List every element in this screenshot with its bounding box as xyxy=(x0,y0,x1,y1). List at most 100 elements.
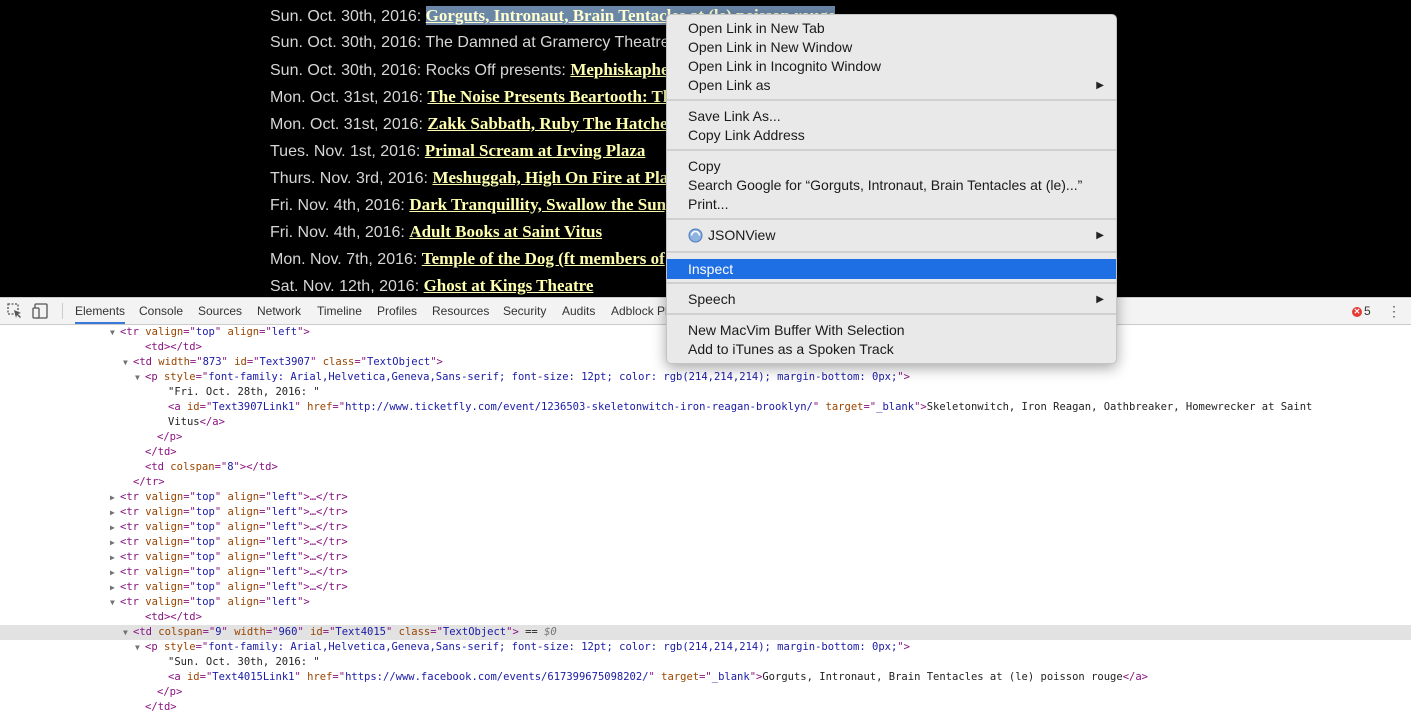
dom-node-row[interactable]: ▶ <tr valign="top" align="left">…</tr> xyxy=(0,550,1411,565)
event-link[interactable]: Adult Books at Saint Vitus xyxy=(409,222,602,241)
dom-node-row[interactable]: <a id="Text3907Link1" href="http://www.t… xyxy=(0,400,1411,415)
collapse-triangle-icon[interactable]: ▶ xyxy=(110,565,120,580)
dom-node-row[interactable]: ▼ <p style="font-family: Arial,Helvetica,… xyxy=(0,640,1411,655)
dom-node-row[interactable]: </p> xyxy=(0,685,1411,700)
menu-item-new-macvim-buffer-with-selection[interactable]: New MacVim Buffer With Selection xyxy=(667,321,1116,340)
dom-token: id xyxy=(186,401,200,413)
dom-token: <tr xyxy=(120,491,146,503)
dom-token: </p> xyxy=(157,686,183,698)
dom-node-selected[interactable]: ▼ <td colspan="9" width="960" id="Text401… xyxy=(0,625,1411,640)
dom-token: =" xyxy=(183,551,196,563)
tab-timeline[interactable]: Timeline xyxy=(317,298,362,324)
menu-item-label: New MacVim Buffer With Selection xyxy=(688,322,905,338)
tab-adblock-pl[interactable]: Adblock Pl xyxy=(611,298,668,324)
tab-audits[interactable]: Audits xyxy=(562,298,595,324)
menu-item-open-link-as[interactable]: Open Link as ▶ xyxy=(667,76,1116,95)
dom-token: align xyxy=(227,566,260,578)
collapse-triangle-icon[interactable]: ▶ xyxy=(110,535,120,550)
dom-token: colspan xyxy=(170,461,215,473)
dom-token: ">…</tr> xyxy=(297,536,348,548)
dom-token: <tr xyxy=(120,521,146,533)
menu-item-open-link-in-new-window[interactable]: Open Link in New Window xyxy=(667,38,1116,57)
tab-elements[interactable]: Elements xyxy=(75,298,126,324)
dom-token: <a xyxy=(168,671,187,683)
collapse-triangle-icon[interactable]: ▶ xyxy=(110,505,120,520)
menu-item-print[interactable]: Print... xyxy=(667,195,1116,214)
dom-token: =" xyxy=(332,671,346,683)
menu-item-inspect[interactable]: Inspect xyxy=(667,259,1116,279)
menu-item-label: Copy xyxy=(688,158,721,174)
event-link[interactable]: Primal Scream at Irving Plaza xyxy=(425,141,646,160)
dom-node-row[interactable]: <a id="Text4015Link1" href="https://www.… xyxy=(0,670,1411,685)
dom-token: =" xyxy=(259,491,272,503)
event-link[interactable]: The Noise Presents Beartooth: The xyxy=(427,87,679,106)
dom-token: 960 xyxy=(278,626,298,638)
dom-node-row[interactable]: ▶ <tr valign="top" align="left">…</tr> xyxy=(0,565,1411,580)
menu-item-jsonview[interactable]: JSONView ▶ xyxy=(667,226,1116,245)
event-row: Sun. Oct. 30th, 2016: The Damned at Gram… xyxy=(270,29,670,56)
menu-item-add-to-itunes-as-a-spoken-track[interactable]: Add to iTunes as a Spoken Track xyxy=(667,340,1116,359)
dom-node-row[interactable]: ▶ <tr valign="top" align="left">…</tr> xyxy=(0,535,1411,550)
error-icon: ✕ xyxy=(1352,306,1362,317)
dom-node-row[interactable]: "Sun. Oct. 30th, 2016: " xyxy=(0,655,1411,670)
dom-node-row[interactable]: ▶ <tr valign="top" align="left">…</tr> xyxy=(0,505,1411,520)
event-link[interactable]: Temple of the Dog (ft members of xyxy=(422,249,665,268)
dom-node-row[interactable]: <td></td> xyxy=(0,610,1411,625)
dom-node-row[interactable]: ▼ <tr valign="top" align="left"> xyxy=(0,595,1411,610)
dom-token: "> xyxy=(297,326,310,338)
dom-node-row[interactable]: ▶ <tr valign="top" align="left">…</tr> xyxy=(0,520,1411,535)
dom-node-row[interactable]: ▶ <tr valign="top" align="left">…</tr> xyxy=(0,490,1411,505)
dom-token: "> xyxy=(914,401,927,413)
event-link[interactable]: Ghost at Kings Theatre xyxy=(424,276,594,295)
dom-token: TextObject xyxy=(442,626,507,638)
dom-token: " xyxy=(221,356,235,368)
expand-triangle-icon[interactable]: ▼ xyxy=(135,370,145,385)
collapse-triangle-icon[interactable]: ▶ xyxy=(110,550,120,565)
dom-token: ">…</tr> xyxy=(297,551,348,563)
event-link[interactable]: Zakk Sabbath, Ruby The Hatchet, xyxy=(427,114,677,133)
device-mode-icon[interactable] xyxy=(32,302,50,320)
expand-triangle-icon[interactable]: ▼ xyxy=(123,625,133,640)
menu-item-copy[interactable]: Copy xyxy=(667,157,1116,176)
expand-triangle-icon[interactable]: ▼ xyxy=(135,640,145,655)
menu-item-save-link-as[interactable]: Save Link As... xyxy=(667,107,1116,126)
dom-node-row[interactable]: Vitus</a> xyxy=(0,415,1411,430)
dom-node-row[interactable]: </tr> xyxy=(0,475,1411,490)
tab-sources[interactable]: Sources xyxy=(198,298,242,324)
menu-item-speech[interactable]: Speech ▶ xyxy=(667,290,1116,309)
inspect-element-icon[interactable] xyxy=(6,302,24,320)
tab-profiles[interactable]: Profiles xyxy=(377,298,417,324)
tab-resources[interactable]: Resources xyxy=(432,298,489,324)
more-options-icon[interactable]: ⋮ xyxy=(1387,302,1401,320)
tab-network[interactable]: Network xyxy=(257,298,301,324)
dom-node-row[interactable]: </p> xyxy=(0,430,1411,445)
expand-triangle-icon[interactable]: ▼ xyxy=(110,325,120,340)
error-counter[interactable]: ✕ 5 xyxy=(1352,298,1371,324)
menu-item-copy-link-address[interactable]: Copy Link Address xyxy=(667,126,1116,145)
dom-node-row[interactable]: <td colspan="8"></td> xyxy=(0,460,1411,475)
menu-item-open-link-in-new-tab[interactable]: Open Link in New Tab xyxy=(667,19,1116,38)
dom-token: font-family: Arial,Helvetica,Geneva,Sans… xyxy=(208,371,898,383)
tab-security[interactable]: Security xyxy=(503,298,546,324)
expand-triangle-icon[interactable]: ▼ xyxy=(110,595,120,610)
menu-item-search-google-for-gorguts-intronaut-brai[interactable]: Search Google for “Gorguts, Intronaut, B… xyxy=(667,176,1116,195)
dom-token: class xyxy=(322,356,355,368)
dom-node-row[interactable]: </td> xyxy=(0,445,1411,460)
dom-token: =" xyxy=(863,401,877,413)
dom-node-row[interactable]: ▼ <p style="font-family: Arial,Helvetica,… xyxy=(0,370,1411,385)
event-link[interactable]: Meshuggah, High On Fire at Play xyxy=(432,168,676,187)
menu-item-label: Open Link in New Tab xyxy=(688,20,825,36)
tab-console[interactable]: Console xyxy=(139,298,183,324)
dom-node-row[interactable]: "Fri. Oct. 28th, 2016: " xyxy=(0,385,1411,400)
dom-node-row[interactable]: </td> xyxy=(0,700,1411,715)
collapse-triangle-icon[interactable]: ▶ xyxy=(110,490,120,505)
collapse-triangle-icon[interactable]: ▶ xyxy=(110,580,120,595)
collapse-triangle-icon[interactable]: ▶ xyxy=(110,520,120,535)
event-link[interactable]: Dark Tranquillity, Swallow the Sun, xyxy=(409,195,670,214)
menu-item-label: Speech xyxy=(688,291,736,307)
menu-item-open-link-in-incognito-window[interactable]: Open Link in Incognito Window xyxy=(667,57,1116,76)
expand-triangle-icon[interactable]: ▼ xyxy=(123,355,133,370)
dom-node-row[interactable]: ▶ <tr valign="top" align="left">…</tr> xyxy=(0,580,1411,595)
dom-token: valign xyxy=(145,491,184,503)
dom-token: " xyxy=(214,506,228,518)
